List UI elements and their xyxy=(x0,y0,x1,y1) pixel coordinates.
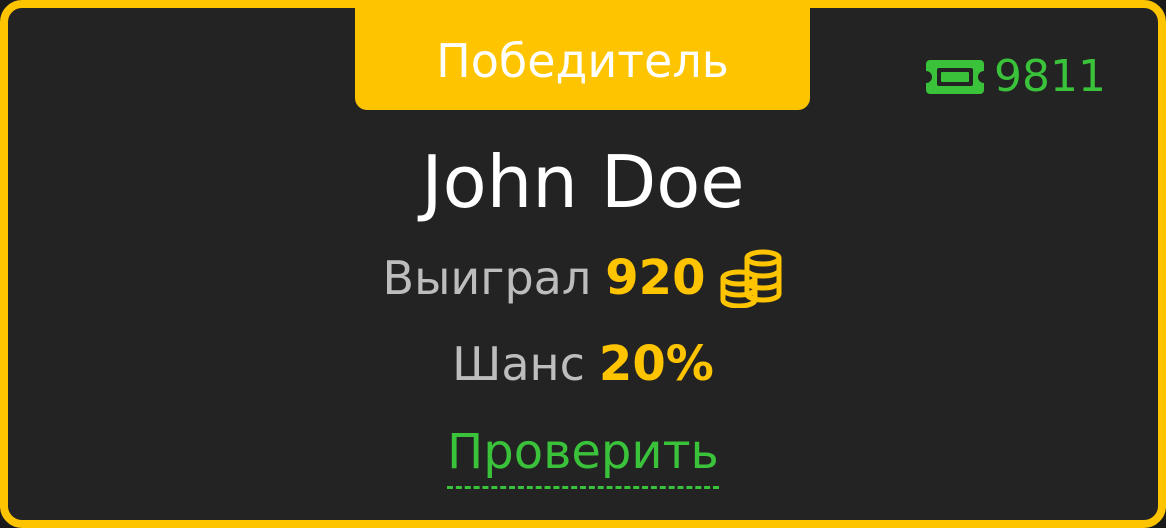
won-label: Выиграл xyxy=(382,251,592,305)
player-name: John Doe xyxy=(421,140,745,224)
ticket-icon xyxy=(926,60,985,94)
chance-row: Шанс 20% xyxy=(8,340,1158,388)
title-banner: Победитель xyxy=(355,0,810,110)
won-amount: 920 xyxy=(605,250,706,306)
coins-stack-icon xyxy=(720,249,782,308)
card-title: Победитель xyxy=(436,34,729,88)
winner-card: Победитель 9811 John Doe Выиграл 920 Шан… xyxy=(0,0,1166,528)
won-row: Выиграл 920 xyxy=(8,248,1158,308)
chance-value: 20% xyxy=(598,336,714,392)
tickets-count: 9811 xyxy=(994,51,1106,102)
chance-label: Шанс xyxy=(452,337,585,391)
verify-wrap: Проверить xyxy=(8,428,1158,489)
verify-link[interactable]: Проверить xyxy=(447,428,719,489)
tickets-counter: 9811 xyxy=(926,55,1106,99)
